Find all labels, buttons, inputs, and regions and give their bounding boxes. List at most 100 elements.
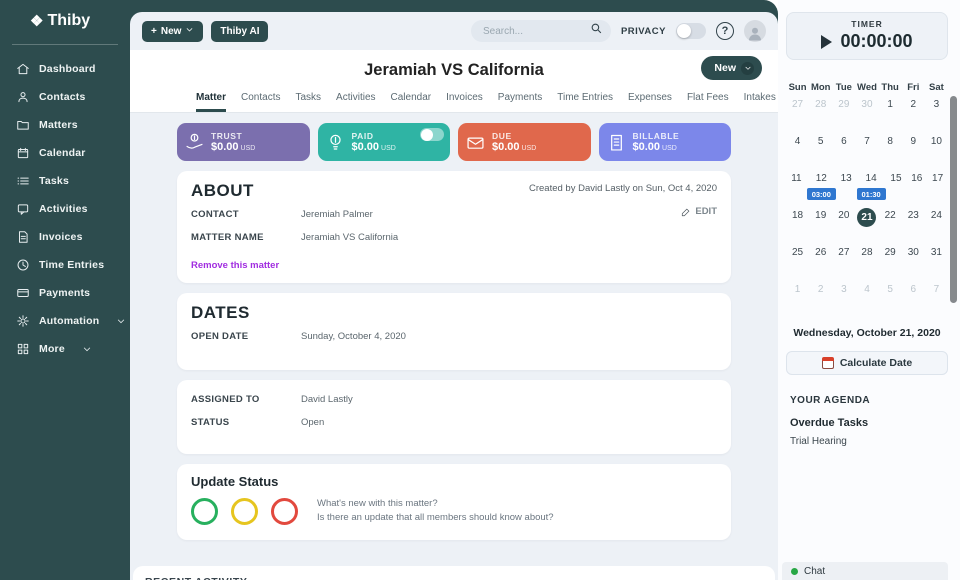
calendar-event-chip[interactable]: 03:00 [806,188,836,200]
matter-new-button[interactable]: New [701,56,762,80]
tab-tasks[interactable]: Tasks [295,92,321,112]
calendar-event-chip[interactable]: 01:30 [856,188,886,200]
sidebar-item-invoices[interactable]: Invoices [0,223,130,251]
tab-activities[interactable]: Activities [336,92,375,112]
status-yellow-button[interactable] [231,497,258,525]
tab-payments[interactable]: Payments [498,92,542,112]
thiby-ai-button[interactable]: Thiby AI [211,20,269,42]
calendar-day-26[interactable]: 26 [809,245,832,282]
calculate-date-button[interactable]: Calculate Date [786,351,948,375]
calendar-day-4[interactable]: 4 [855,282,878,319]
scrollbar-thumb[interactable] [950,96,957,303]
calendar-day-17[interactable]: 17 [927,171,948,208]
calendar-day-22[interactable]: 22 [879,208,902,245]
play-icon[interactable] [821,34,833,49]
status-green-button[interactable] [191,497,218,525]
calendar-day-2[interactable]: 2 [809,282,832,319]
tab-time-entries[interactable]: Time Entries [557,92,613,112]
sidebar-item-matters[interactable]: Matters [0,111,130,139]
stat-card-trust[interactable]: TRUST $0.00 USD [177,123,310,161]
created-by-text: Created by David Lastly on Sun, Oct 4, 2… [529,183,717,194]
tab-invoices[interactable]: Invoices [446,92,483,112]
main-panel: + New Thiby AI PRIVACY ? [130,12,778,580]
user-avatar[interactable] [744,20,766,42]
calendar-day-3[interactable]: 3 [925,97,948,134]
remove-matter-link[interactable]: Remove this matter [191,260,279,271]
calendar-day-21[interactable]: 21 [855,208,878,245]
paid-toggle[interactable] [420,128,444,141]
calendar-day-16[interactable]: 16 [906,171,927,208]
calendar-day-11[interactable]: 11 [786,171,807,208]
calendar-day-7[interactable]: 7 [855,134,878,171]
mini-calendar: Sun Mon Tue Wed Thu Fri Sat 27 28 29 30 1 2 3 4 5 6 7 8 9 1… [786,82,948,319]
calendar-day-15[interactable]: 15 [886,171,907,208]
calendar-day-7[interactable]: 7 [925,282,948,319]
stat-card-due[interactable]: DUE $0.00 USD [458,123,591,161]
new-button[interactable]: + New [142,20,204,42]
thiby-logo-icon: ❖ [30,13,44,30]
weekday-label: Fri [907,82,920,93]
calendar-day-1[interactable]: 1 [879,97,902,134]
calendar-day-20[interactable]: 20 [832,208,855,245]
sidebar-item-dashboard[interactable]: Dashboard [0,55,130,83]
calendar-day-18[interactable]: 18 [786,208,809,245]
calendar-day-29[interactable]: 29 [832,97,855,134]
tab-matter[interactable]: Matter [196,92,227,112]
sidebar-item-activities[interactable]: Activities [0,195,130,223]
tab-intakes[interactable]: Intakes [744,92,776,112]
calendar-day-31[interactable]: 31 [925,245,948,282]
stat-card-billable[interactable]: BILLABLE $0.00 USD [598,123,731,161]
tab-calendar[interactable]: Calendar [391,92,432,112]
calendar-day-30[interactable]: 30 [902,245,925,282]
edit-button[interactable]: EDIT [681,206,717,217]
stat-card-paid[interactable]: PAID $0.00 USD [317,123,450,161]
chat-bar[interactable]: Chat [782,562,948,580]
calendar-day-1[interactable]: 1 [786,282,809,319]
help-button[interactable]: ? [716,22,734,40]
calendar-day-27[interactable]: 27 [832,245,855,282]
calendar-day-5[interactable]: 5 [879,282,902,319]
sidebar-item-tasks[interactable]: Tasks [0,167,130,195]
calendar-day-14[interactable]: 14 01:30 [856,171,886,208]
sidebar-item-label: More [39,343,65,355]
sidebar-item-contacts[interactable]: Contacts [0,83,130,111]
calendar-day-28[interactable]: 28 [855,245,878,282]
tab-flat-fees[interactable]: Flat Fees [687,92,729,112]
search-input[interactable] [482,25,590,37]
tab-expenses[interactable]: Expenses [628,92,672,112]
calendar-day-13[interactable]: 13 [836,171,857,208]
agenda-item[interactable]: Trial Hearing [790,436,948,447]
sidebar-item-automation[interactable]: Automation [0,307,130,335]
assigned-to-label: ASSIGNED TO [191,394,260,405]
app-logo[interactable]: ❖ Thiby [0,12,130,30]
calendar-day-23[interactable]: 23 [902,208,925,245]
calendar-day-12[interactable]: 12 03:00 [806,171,836,208]
sidebar-item-time-entries[interactable]: Time Entries [0,251,130,279]
calendar-day-10[interactable]: 10 [925,134,948,171]
timer-widget[interactable]: TIMER 00:00:00 [786,12,948,60]
calendar-day-8[interactable]: 8 [879,134,902,171]
sidebar-item-label: Automation [39,315,100,327]
calendar-day-30[interactable]: 30 [855,97,878,134]
calendar-day-4[interactable]: 4 [786,134,809,171]
status-red-button[interactable] [271,497,298,525]
privacy-toggle[interactable] [676,23,706,39]
calendar-day-6[interactable]: 6 [832,134,855,171]
search-icon[interactable] [590,22,603,40]
sidebar-item-more[interactable]: More [0,335,130,363]
tab-contacts[interactable]: Contacts [241,92,280,112]
calendar-day-24[interactable]: 24 [925,208,948,245]
calendar-day-28[interactable]: 28 [809,97,832,134]
calendar-day-6[interactable]: 6 [902,282,925,319]
calendar-day-25[interactable]: 25 [786,245,809,282]
calendar-day-29[interactable]: 29 [879,245,902,282]
calendar-day-27[interactable]: 27 [786,97,809,134]
calendar-day-5[interactable]: 5 [809,134,832,171]
plus-icon: + [151,25,157,37]
calendar-day-9[interactable]: 9 [902,134,925,171]
calendar-day-2[interactable]: 2 [902,97,925,134]
calendar-day-3[interactable]: 3 [832,282,855,319]
sidebar-item-calendar[interactable]: Calendar [0,139,130,167]
sidebar-item-payments[interactable]: Payments [0,279,130,307]
calendar-day-19[interactable]: 19 [809,208,832,245]
